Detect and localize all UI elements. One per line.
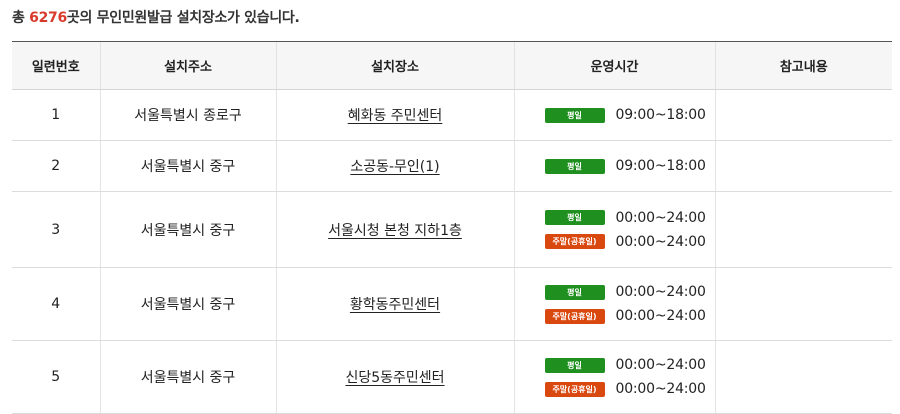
place-link[interactable]: 황학동주민센터 xyxy=(350,297,440,313)
cell-note xyxy=(714,267,892,341)
cell-serial-no: 4 xyxy=(12,267,100,341)
cell-address: 서울특별시 중구 xyxy=(99,340,276,414)
cell-note xyxy=(714,140,892,192)
result-summary: 총 6276곳의 무인민원발급 설치장소가 있습니다. xyxy=(12,6,300,30)
cell-place: 소공동-무인(1) xyxy=(275,140,514,192)
hours-time: 00:00~24:00 xyxy=(615,357,706,373)
weekday-badge: 평일 xyxy=(544,357,605,373)
summary-suffix: 곳의 무인민원발급 설치장소가 있습니다. xyxy=(66,10,300,26)
cell-note xyxy=(714,191,892,268)
hours-time: 00:00~24:00 xyxy=(615,308,706,324)
weekday-badge: 평일 xyxy=(544,284,605,300)
header-note: 참고내용 xyxy=(714,41,892,90)
cell-note xyxy=(714,89,892,141)
cell-hours: 평일 00:00~24:00 주말(공휴일) 00:00~24:00 xyxy=(513,267,715,341)
table-row: 3 서울특별시 중구 서울시청 본청 지하1층 평일 00:00~24:00 주말… xyxy=(12,191,892,268)
weekend-badge: 주말(공휴일) xyxy=(544,234,605,249)
table-row: 5 서울특별시 중구 신당5동주민센터 평일 00:00~24:00 주말(공휴일… xyxy=(12,340,892,414)
weekend-badge: 주말(공휴일) xyxy=(544,381,605,397)
place-link[interactable]: 서울시청 본청 지하1층 xyxy=(328,223,462,239)
cell-address: 서울특별시 중구 xyxy=(99,191,276,268)
cell-hours: 평일 09:00~18:00 xyxy=(513,89,715,141)
place-link[interactable]: 신당5동주민센터 xyxy=(345,370,444,386)
cell-serial-no: 1 xyxy=(12,89,100,141)
header-hours: 운영시간 xyxy=(513,41,715,90)
cell-hours: 평일 00:00~24:00 주말(공휴일) 00:00~24:00 xyxy=(513,340,715,414)
place-link[interactable]: 혜화동 주민센터 xyxy=(348,108,443,124)
cell-serial-no: 2 xyxy=(12,140,100,192)
table-row: 2 서울특별시 중구 소공동-무인(1) 평일 09:00~18:00 xyxy=(12,140,892,192)
cell-place: 황학동주민센터 xyxy=(275,267,514,341)
cell-address: 서울특별시 중구 xyxy=(99,267,276,341)
result-count: 6276 xyxy=(29,10,67,26)
cell-hours: 평일 09:00~18:00 xyxy=(513,140,715,192)
hours-time: 09:00~18:00 xyxy=(615,158,706,174)
cell-place: 서울시청 본청 지하1층 xyxy=(275,191,514,268)
table-row: 4 서울특별시 중구 황학동주민센터 평일 00:00~24:00 주말(공휴일)… xyxy=(12,267,892,341)
header-place: 설치장소 xyxy=(275,41,514,90)
table-row: 1 서울특별시 종로구 혜화동 주민센터 평일 09:00~18:00 xyxy=(12,89,892,141)
hours-time: 00:00~24:00 xyxy=(615,284,706,300)
header-address: 설치주소 xyxy=(99,41,276,90)
kiosk-location-table: 일련번호 설치주소 설치장소 운영시간 참고내용 1 서울특별시 종로구 혜화동… xyxy=(12,41,892,414)
place-link[interactable]: 소공동-무인(1) xyxy=(350,159,439,175)
cell-address: 서울특별시 종로구 xyxy=(99,89,276,141)
header-serial-no: 일련번호 xyxy=(12,41,100,90)
cell-serial-no: 5 xyxy=(12,340,100,414)
cell-hours: 평일 00:00~24:00 주말(공휴일) 00:00~24:00 xyxy=(513,191,715,268)
cell-place: 혜화동 주민센터 xyxy=(275,89,514,141)
cell-serial-no: 3 xyxy=(12,191,100,268)
cell-address: 서울특별시 중구 xyxy=(99,140,276,192)
summary-prefix: 총 xyxy=(12,10,30,26)
hours-time: 00:00~24:00 xyxy=(615,381,706,397)
hours-time: 09:00~18:00 xyxy=(615,107,706,123)
weekday-badge: 평일 xyxy=(544,210,605,225)
weekday-badge: 평일 xyxy=(544,107,605,123)
cell-note xyxy=(714,340,892,414)
hours-time: 00:00~24:00 xyxy=(615,209,706,226)
weekend-badge: 주말(공휴일) xyxy=(544,308,605,324)
table-header-row: 일련번호 설치주소 설치장소 운영시간 참고내용 xyxy=(12,41,892,90)
weekday-badge: 평일 xyxy=(544,158,605,174)
cell-place: 신당5동주민센터 xyxy=(275,340,514,414)
hours-time: 00:00~24:00 xyxy=(615,233,706,250)
